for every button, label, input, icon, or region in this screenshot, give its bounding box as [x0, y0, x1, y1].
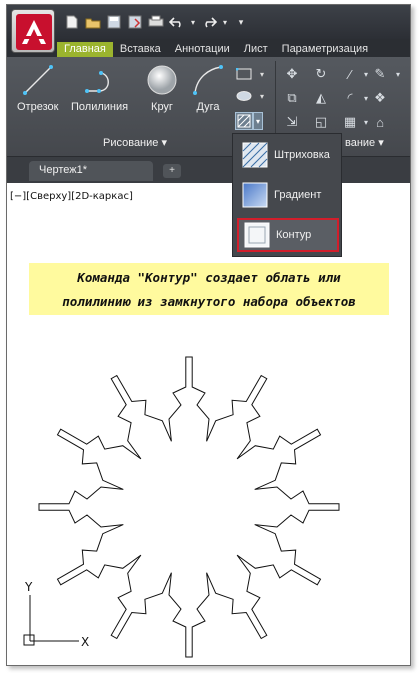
- save-icon[interactable]: [105, 13, 123, 31]
- tab-insert[interactable]: Вставка: [113, 42, 168, 57]
- tab-home[interactable]: Главная: [57, 42, 113, 57]
- arc-tool-button[interactable]: Дуга: [191, 63, 225, 113]
- save-as-icon[interactable]: [126, 13, 144, 31]
- rectangle-dropdown-icon[interactable]: ▾: [253, 65, 271, 83]
- open-folder-icon[interactable]: [84, 13, 102, 31]
- hatch-tool-icon[interactable]: [235, 112, 253, 130]
- polyline-tool-label: Полилиния: [71, 101, 129, 113]
- arc-tool-label: Дуга: [196, 101, 220, 113]
- undo-dropdown-icon[interactable]: ▾: [189, 13, 197, 31]
- rotate-icon[interactable]: ↻: [312, 65, 330, 83]
- offset-icon[interactable]: ⌂: [371, 113, 389, 131]
- new-tab-button[interactable]: +: [163, 164, 181, 178]
- copy-icon[interactable]: ⧉: [283, 89, 301, 107]
- ribbon-tabs: Главная Вставка Аннотации Лист Параметри…: [7, 39, 410, 57]
- ellipse-icon[interactable]: [235, 87, 253, 105]
- star-polyline: [38, 356, 340, 658]
- erase-icon[interactable]: ✎: [371, 65, 389, 83]
- ucs-y-label: Y: [24, 580, 33, 594]
- stretch-icon[interactable]: ⇲: [283, 113, 301, 131]
- polyline-icon: [83, 63, 117, 97]
- caption-line-2: полилинию из замкнутого набора объектов: [62, 294, 356, 309]
- caption-box: Команда "Контур" создает облать или поли…: [29, 263, 389, 315]
- tab-layout[interactable]: Лист: [237, 42, 275, 57]
- redo-dropdown-icon[interactable]: ▾: [221, 13, 229, 31]
- hatch-dropdown-menu: Штриховка Градиент Контур: [232, 133, 342, 257]
- gradient-icon: [242, 182, 268, 208]
- menu-item-hatch-label: Штриховка: [274, 149, 330, 161]
- circle-icon: [145, 63, 179, 97]
- tab-parametric[interactable]: Параметризация: [275, 42, 375, 57]
- document-tab-strip: Чертеж1* +: [7, 157, 410, 183]
- move-icon[interactable]: ✥: [283, 65, 301, 83]
- redo-icon[interactable]: [200, 13, 218, 31]
- ucs-icon: Y X: [23, 580, 89, 649]
- quick-access-toolbar: ▾ ▾ ▾: [7, 5, 410, 39]
- line-tool-button[interactable]: Отрезок: [17, 63, 58, 113]
- menu-item-gradient[interactable]: Градиент: [237, 178, 339, 212]
- autocad-window: ▾ ▾ ▾ Главная Вставка Аннотации Лист Пар…: [6, 4, 411, 666]
- plot-icon[interactable]: [147, 13, 165, 31]
- application-menu-button[interactable]: [11, 9, 55, 53]
- explode-icon[interactable]: ❖: [371, 89, 389, 107]
- circle-tool-label: Круг: [151, 101, 173, 113]
- boundary-icon: [244, 222, 270, 248]
- ucs-x-label: X: [81, 635, 89, 649]
- polyline-tool-button[interactable]: Полилиния: [71, 63, 128, 113]
- more-dropdown-icon[interactable]: ▾: [389, 65, 407, 83]
- ribbon: Отрезок Полилиния Круг Дуга ▾ ▾ ▾ ✥ ↻ ⁄ …: [7, 57, 410, 157]
- document-tab[interactable]: Чертеж1*: [29, 161, 153, 181]
- menu-item-boundary[interactable]: Контур: [237, 218, 339, 252]
- customize-qat-icon[interactable]: ▾: [232, 13, 250, 31]
- caption-line-1: Команда "Контур" создает облать или: [77, 270, 341, 285]
- viewport-controls[interactable]: [−][Сверху][2D-каркас]: [10, 191, 133, 202]
- line-tool-label: Отрезок: [17, 101, 59, 113]
- hatch-dropdown-icon[interactable]: ▾: [253, 112, 263, 130]
- ellipse-dropdown-icon[interactable]: ▾: [253, 87, 271, 105]
- menu-item-hatch[interactable]: Штриховка: [237, 138, 339, 172]
- undo-icon[interactable]: [168, 13, 186, 31]
- menu-item-gradient-label: Градиент: [274, 189, 322, 201]
- tab-annotate[interactable]: Аннотации: [168, 42, 237, 57]
- autocad-logo-icon: [16, 14, 52, 50]
- draw-panel-title[interactable]: Рисование ▾: [103, 136, 167, 149]
- line-icon: [21, 63, 55, 97]
- hatch-icon: [242, 142, 268, 168]
- circle-tool-button[interactable]: Круг: [145, 63, 179, 113]
- arc-icon: [191, 63, 225, 97]
- menu-item-boundary-label: Контур: [276, 229, 312, 241]
- scale-icon[interactable]: ◱: [312, 113, 330, 131]
- rectangle-icon[interactable]: [235, 65, 253, 83]
- modify-panel-title[interactable]: вание ▾: [345, 136, 384, 149]
- new-file-icon[interactable]: [63, 13, 81, 31]
- mirror-icon[interactable]: ◭: [312, 89, 330, 107]
